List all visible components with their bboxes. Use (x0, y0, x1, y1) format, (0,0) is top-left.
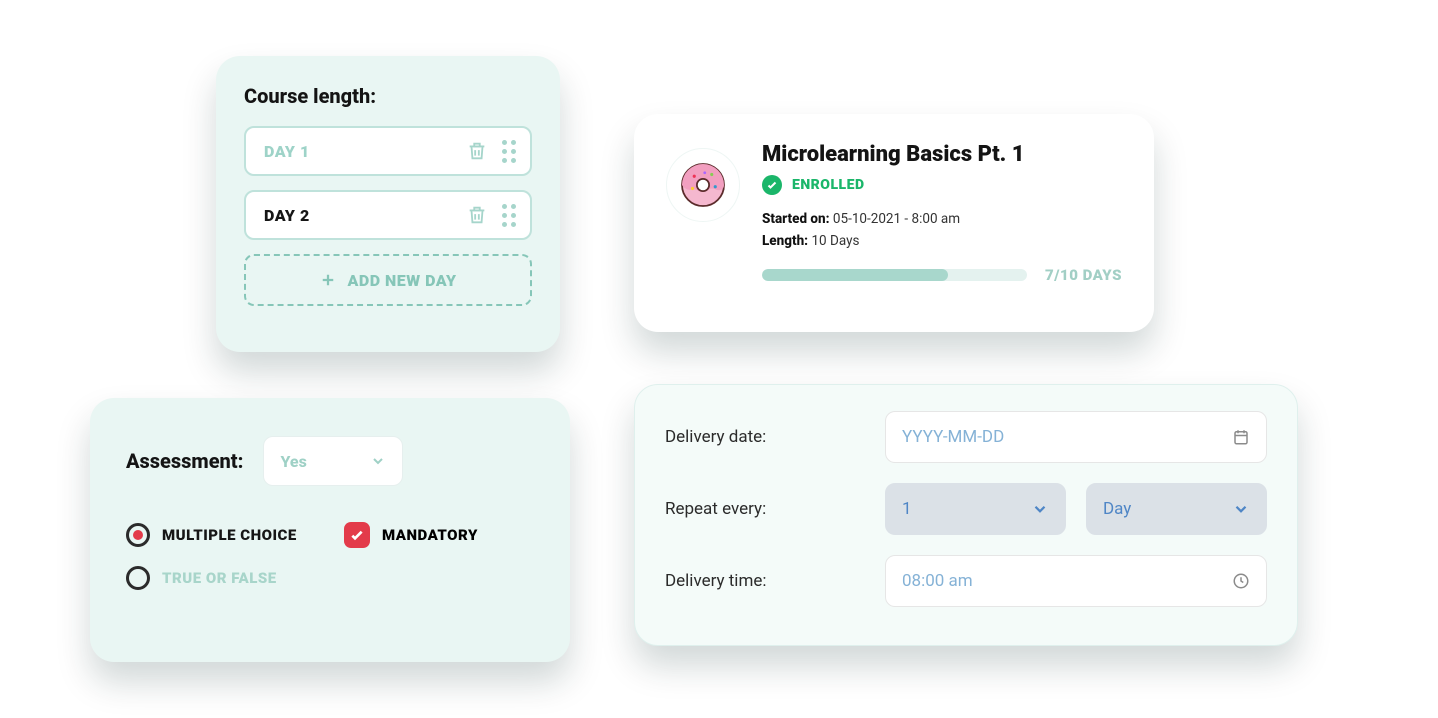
assessment-select[interactable]: Yes (263, 436, 403, 486)
progress-bar-fill (762, 269, 948, 281)
progress-bar (762, 269, 1027, 281)
add-new-day-label: ADD NEW DAY (347, 271, 456, 290)
repeat-unit-select[interactable]: Day (1086, 483, 1267, 535)
delivery-time-value: 08:00 am (902, 571, 973, 591)
enrollment-status: ENROLLED (762, 175, 1122, 195)
delivery-schedule-card: Delivery date: YYYY-MM-DD Repeat every: … (634, 384, 1298, 646)
radio-icon (126, 523, 150, 547)
calendar-icon (1232, 428, 1250, 446)
option-multiple-choice[interactable]: MULTIPLE CHOICE (126, 522, 316, 548)
option-mandatory[interactable]: MANDATORY (344, 522, 534, 548)
chevron-down-icon (1232, 500, 1250, 518)
donut-icon (675, 157, 731, 213)
drag-handle-icon[interactable] (502, 140, 516, 163)
delivery-time-input[interactable]: 08:00 am (885, 555, 1267, 607)
course-avatar (666, 148, 740, 222)
course-length: Length: 10 Days (762, 231, 1122, 253)
trash-icon[interactable] (466, 140, 488, 162)
assessment-select-value: Yes (280, 452, 306, 471)
course-length-card: Course length: DAY 1 DAY 2 (216, 56, 560, 352)
option-label: MULTIPLE CHOICE (162, 526, 297, 544)
delivery-date-label: Delivery date: (665, 427, 865, 447)
progress-days: 7/10 DAYS (1045, 266, 1122, 284)
clock-icon (1232, 572, 1250, 590)
repeat-every-label: Repeat every: (665, 499, 865, 519)
check-icon (762, 175, 782, 195)
chevron-down-icon (370, 453, 386, 469)
repeat-unit-value: Day (1103, 499, 1131, 519)
option-label: TRUE OR FALSE (162, 569, 277, 587)
enrolled-course-card: Microlearning Basics Pt. 1 ENROLLED Star… (634, 114, 1154, 332)
option-true-or-false[interactable]: TRUE OR FALSE (126, 566, 316, 590)
started-on: Started on: 05-10-2021 - 8:00 am (762, 209, 1122, 231)
repeat-count-select[interactable]: 1 (885, 483, 1066, 535)
chevron-down-icon (1031, 500, 1049, 518)
delivery-date-input[interactable]: YYYY-MM-DD (885, 411, 1267, 463)
add-new-day-button[interactable]: ADD NEW DAY (244, 254, 532, 306)
assessment-title: Assessment: (126, 449, 243, 473)
repeat-count-value: 1 (902, 499, 912, 519)
day-label: DAY 2 (264, 206, 310, 225)
delivery-time-label: Delivery time: (665, 571, 865, 591)
day-row[interactable]: DAY 1 (244, 126, 532, 176)
radio-icon (126, 566, 150, 590)
trash-icon[interactable] (466, 204, 488, 226)
drag-handle-icon[interactable] (502, 204, 516, 227)
plus-icon (319, 271, 337, 289)
course-length-title: Course length: (244, 84, 532, 108)
checkbox-icon (344, 522, 370, 548)
option-label: MANDATORY (382, 526, 478, 544)
day-row[interactable]: DAY 2 (244, 190, 532, 240)
assessment-card: Assessment: Yes MULTIPLE CHOICE MANDATOR… (90, 398, 570, 662)
day-label: DAY 1 (264, 142, 310, 161)
enrollment-status-text: ENROLLED (792, 177, 865, 193)
delivery-date-placeholder: YYYY-MM-DD (902, 427, 1004, 447)
course-title: Microlearning Basics Pt. 1 (762, 142, 1122, 167)
